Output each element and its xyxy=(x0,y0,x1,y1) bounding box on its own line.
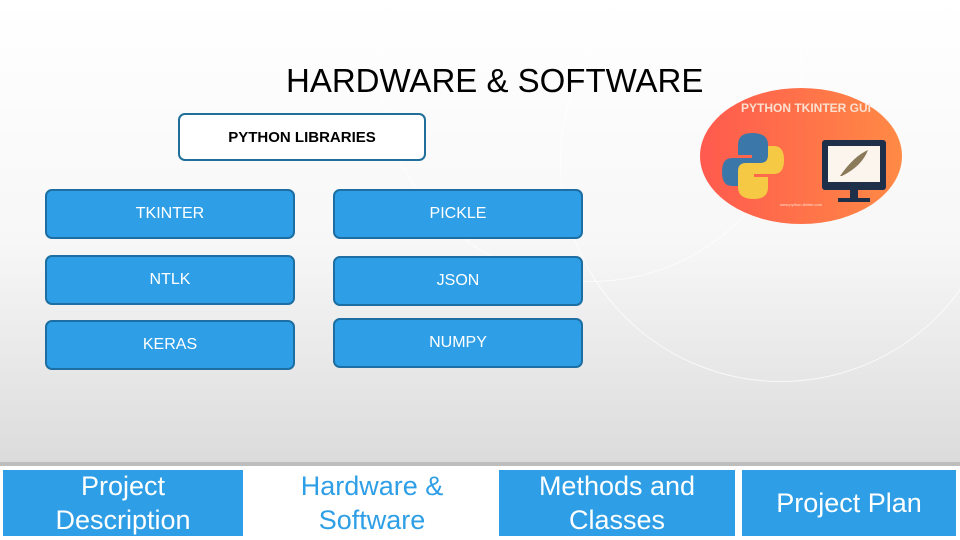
logo-caption: PYTHON TKINTER GUI xyxy=(741,101,871,115)
nav-methods-classes[interactable]: Methods and Classes xyxy=(499,470,735,536)
library-box-ntlk: NTLK xyxy=(45,255,295,305)
footer-divider xyxy=(0,462,960,466)
library-box-tkinter: TKINTER xyxy=(45,189,295,239)
library-box-numpy: NUMPY xyxy=(333,318,583,368)
libraries-header: PYTHON LIBRARIES xyxy=(178,113,426,161)
slide-title: HARDWARE & SOFTWARE xyxy=(286,62,704,99)
library-box-json: JSON xyxy=(333,256,583,306)
nav-label: Project Plan xyxy=(776,488,922,518)
library-box-pickle: PICKLE xyxy=(333,189,583,239)
nav-label: Hardware & Software xyxy=(300,471,444,535)
python-tkinter-logo: PYTHON TKINTER GUI www.python-tkinter.co… xyxy=(700,88,902,224)
library-box-keras: KERAS xyxy=(45,320,295,370)
nav-project-plan[interactable]: Project Plan xyxy=(742,470,956,536)
nav-label: Project Description xyxy=(55,471,191,535)
nav-project-description[interactable]: Project Description xyxy=(3,470,243,536)
logo-footer-text: www.python-tkinter.com xyxy=(780,202,823,207)
nav-hardware-software[interactable]: Hardware & Software xyxy=(252,470,492,536)
nav-label: Methods and Classes xyxy=(538,471,696,535)
